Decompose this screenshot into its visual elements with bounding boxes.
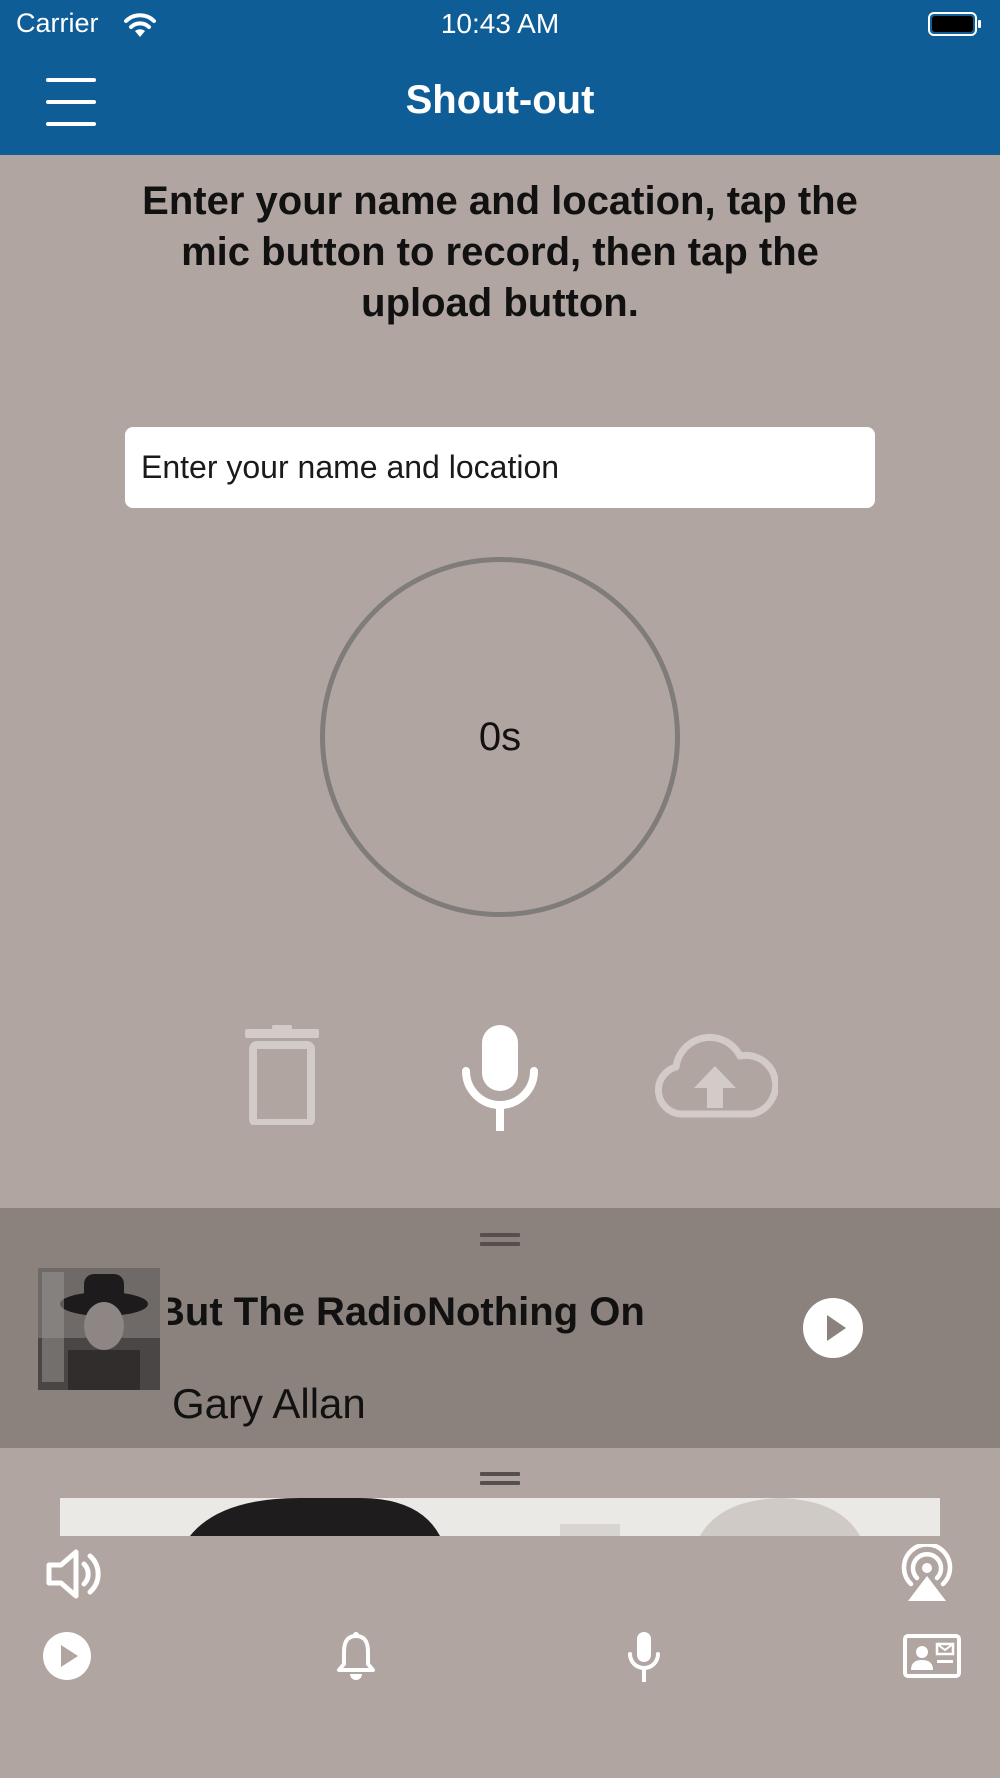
tab-play[interactable] bbox=[43, 1632, 91, 1680]
status-bar: Carrier 10:43 AM bbox=[0, 0, 1000, 50]
recording-timer: 0s bbox=[320, 557, 680, 917]
album-art bbox=[38, 1268, 160, 1390]
volume-icon[interactable] bbox=[46, 1548, 102, 1600]
clock: 10:43 AM bbox=[440, 8, 560, 39]
airplay-icon[interactable] bbox=[896, 1544, 958, 1602]
tab-mic-icon[interactable] bbox=[626, 1632, 662, 1682]
contact-card-icon[interactable] bbox=[903, 1634, 961, 1678]
now-playing-bar[interactable]: But The RadioNothing On Gary Allan bbox=[0, 1208, 1000, 1448]
instructions-text: Enter your name and location, tap the mi… bbox=[142, 179, 858, 325]
elapsed-time: 0s bbox=[478, 714, 522, 759]
artist-image bbox=[60, 1498, 940, 1536]
play-icon bbox=[827, 1315, 846, 1341]
nav-bar: Shout-out bbox=[0, 50, 1000, 155]
drag-handle-icon[interactable] bbox=[480, 1233, 520, 1247]
song-artist: Gary Allan bbox=[172, 1380, 366, 1427]
cloud-upload-icon[interactable] bbox=[652, 1030, 778, 1120]
play-button[interactable] bbox=[803, 1298, 863, 1358]
drag-handle-icon[interactable] bbox=[480, 1472, 520, 1486]
mic-icon[interactable] bbox=[460, 1025, 540, 1131]
name-location-input[interactable] bbox=[125, 427, 875, 508]
bell-icon[interactable] bbox=[336, 1632, 376, 1682]
battery-icon bbox=[928, 12, 981, 36]
page-title: Shout-out bbox=[405, 78, 595, 122]
song-title: But The RadioNothing On bbox=[168, 1290, 645, 1334]
trash-icon[interactable] bbox=[245, 1025, 319, 1125]
